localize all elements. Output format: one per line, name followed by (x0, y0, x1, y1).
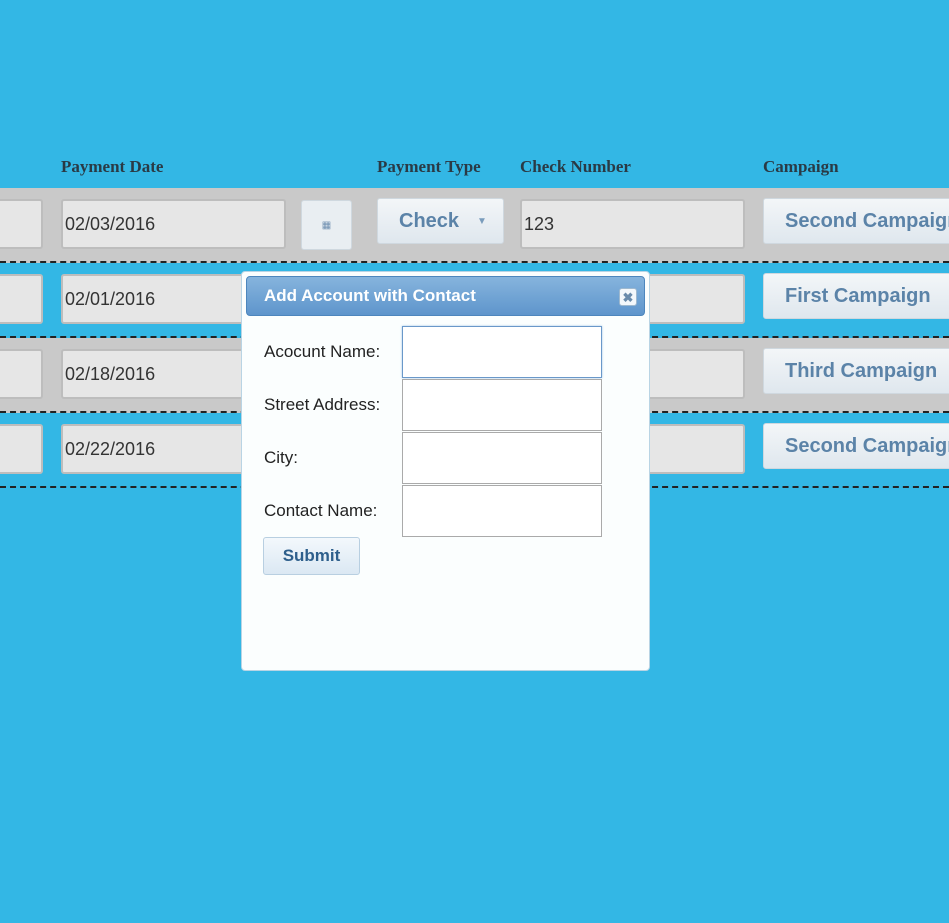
contact-name-label: Contact Name: (264, 501, 378, 520)
campaign-value: First Campaign (785, 284, 931, 307)
header-payment-date: Payment Date (61, 157, 164, 176)
street-address-label: Street Address: (264, 395, 381, 414)
calendar-icon: ▦ (321, 219, 332, 231)
campaign-value: Second Campaign (785, 209, 949, 232)
street-address-input[interactable] (402, 379, 602, 431)
check-number-field[interactable]: 123 (520, 199, 745, 249)
table-row: 02/03/2016 ▦ Check ▼ 123 Second Campaign (0, 188, 949, 263)
campaign-select[interactable]: Third Campaign (763, 348, 949, 394)
campaign-value: Second Campaign (785, 434, 949, 457)
row-leading-field[interactable] (0, 274, 43, 324)
calendar-button[interactable]: ▦ (301, 200, 352, 250)
campaign-select[interactable]: Second Campaign (763, 198, 949, 244)
header-check-number: Check Number (520, 157, 631, 176)
row-leading-field[interactable] (0, 349, 43, 399)
close-icon: ✖ (622, 289, 634, 305)
payment-type-select[interactable]: Check ▼ (377, 198, 504, 244)
account-name-label: Acocunt Name: (264, 342, 381, 361)
payment-date-field[interactable]: 02/03/2016 (61, 199, 286, 249)
campaign-select[interactable]: First Campaign (763, 273, 949, 319)
city-label: City: (264, 448, 298, 467)
submit-button[interactable]: Submit (263, 537, 360, 575)
contact-name-input[interactable] (402, 485, 602, 537)
close-button[interactable]: ✖ (619, 288, 637, 306)
payment-type-value: Check (399, 209, 460, 232)
chevron-down-icon: ▼ (477, 215, 487, 227)
dialog-titlebar[interactable]: Add Account with Contact ✖ (246, 276, 645, 316)
dialog-title: Add Account with Contact (264, 286, 476, 305)
campaign-select[interactable]: Second Campaign (763, 423, 949, 469)
header-payment-type: Payment Type (377, 157, 481, 176)
campaign-value: Third Campaign (785, 359, 938, 382)
header-campaign: Campaign (763, 157, 839, 176)
row-leading-field[interactable] (0, 424, 43, 474)
add-account-dialog: Add Account with Contact ✖ Acocunt Name:… (241, 271, 650, 671)
row-leading-field[interactable] (0, 199, 43, 249)
account-name-input[interactable] (402, 326, 602, 378)
city-input[interactable] (402, 432, 602, 484)
